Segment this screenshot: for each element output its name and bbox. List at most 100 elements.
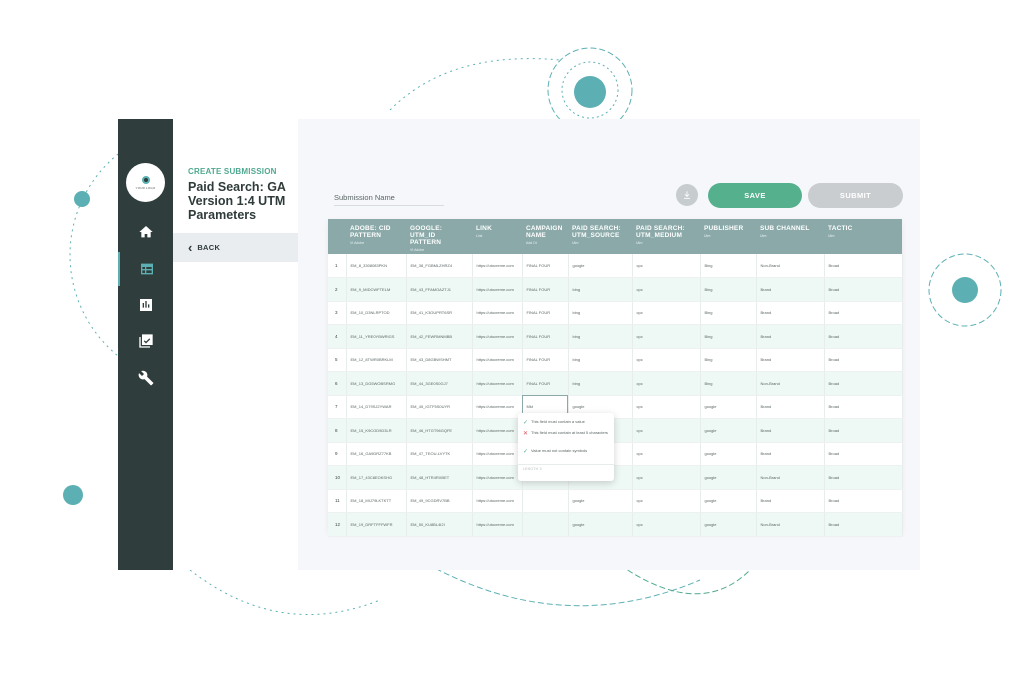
table-cell[interactable]: cpc — [632, 301, 701, 325]
save-button[interactable]: SAVE — [708, 183, 802, 208]
column-header[interactable]: CAMPAIGN NAME Add Dt — [522, 219, 568, 254]
table-cell[interactable]: cpc — [632, 395, 701, 419]
table-row[interactable]: 2 EM_9_MIDCWFTELM EM_43_FFAMOAZTJ1 https://… — [328, 277, 903, 302]
table-cell[interactable]: cpc — [632, 512, 701, 537]
table-cell[interactable]: Non-Brand — [756, 465, 825, 490]
table-cell[interactable]: Non-Brand — [756, 512, 825, 537]
table-cell[interactable]: https://utocreme.com — [472, 348, 523, 372]
table-cell[interactable]: EM_14_D79SJ2YWAR — [346, 395, 407, 419]
table-cell[interactable]: Brand — [756, 348, 825, 372]
table-row[interactable]: 10 EM_17_43C8EOKSHG EM_48_HTR4RXBET https:/… — [328, 465, 903, 490]
table-cell[interactable]: EM_47_TEOU-LVYTK — [406, 442, 473, 466]
table-cell[interactable]: Brand — [756, 395, 825, 419]
table-cell[interactable]: https://utocreme.com — [472, 254, 523, 278]
table-cell[interactable]: EM_38_FGBMLZHRZ4 — [406, 254, 473, 278]
table-cell[interactable] — [522, 489, 569, 513]
table-cell[interactable]: https://utocreme.com — [472, 395, 523, 419]
table-cell[interactable]: google — [700, 418, 757, 443]
submission-name-input[interactable] — [334, 205, 444, 206]
table-cell[interactable]: Broad — [824, 395, 903, 419]
submit-button[interactable]: SUBMIT — [808, 183, 903, 208]
table-cell[interactable]: google — [700, 489, 757, 513]
table-cell[interactable]: EM_48_HTR4RXBET — [406, 465, 473, 490]
table-cell[interactable]: EM_16_GA9DRZ77KB — [346, 442, 407, 466]
table-cell[interactable]: EM_44_3GE0S0GJ7 — [406, 371, 473, 396]
table-cell[interactable]: Bing — [700, 324, 757, 349]
table-cell[interactable]: https://utocreme.com — [472, 301, 523, 325]
column-header[interactable]: GOOGLE: UTM_ID PATTERN Vt Adobe — [406, 219, 472, 254]
table-row[interactable]: 4 EM_11_YRE0YBWRIGS EM_42_FEWRMNMBB https:/… — [328, 324, 903, 349]
column-header[interactable] — [328, 219, 346, 254]
table-cell[interactable]: https://utocreme.com — [472, 418, 523, 443]
column-header[interactable]: ADOBE: CID PATTERN Vt Adobe — [346, 219, 406, 254]
column-header[interactable]: PAID SEARCH: UTM_MEDIUM Utm — [632, 219, 700, 254]
table-cell[interactable]: FINAL FOUR — [522, 277, 569, 302]
column-header[interactable]: LINK Link — [472, 219, 522, 254]
table-cell[interactable]: google — [568, 512, 633, 537]
table-cell[interactable]: EM_19_DRFTFFFWFR — [346, 512, 407, 537]
table-row[interactable]: 12 EM_19_DRFTFFFWFR EM_50_KU8BL4I2I https:/… — [328, 512, 903, 537]
table-cell[interactable]: google — [700, 395, 757, 419]
table-cell[interactable]: Broad — [824, 371, 903, 396]
table-cell[interactable]: cpc — [632, 254, 701, 278]
table-cell[interactable]: Broad — [824, 512, 903, 537]
table-cell[interactable]: google — [700, 512, 757, 537]
table-cell[interactable]: Broad — [824, 348, 903, 372]
table-cell[interactable]: bing — [568, 348, 633, 372]
table-cell[interactable]: cpc — [632, 348, 701, 372]
table-cell[interactable]: Broad — [824, 442, 903, 466]
sidebar-item-table[interactable] — [118, 252, 173, 286]
table-cell[interactable]: Brand — [756, 489, 825, 513]
table-row[interactable]: 9 EM_16_GA9DRZ77KB EM_47_TEOU-LVYTK https:/… — [328, 442, 903, 466]
table-cell[interactable]: bing — [568, 371, 633, 396]
column-header[interactable]: PAID SEARCH: UTM_SOURCE Utm — [568, 219, 632, 254]
table-cell[interactable]: EM_43_FFAMOAZTJ1 — [406, 277, 473, 302]
table-row[interactable]: 11 EM_18_MIJ79LKTKTT EM_49_9CGDRV7BB https:… — [328, 489, 903, 513]
table-cell[interactable]: Brand — [756, 442, 825, 466]
table-row[interactable]: 3 EM_10_D3NLRPTOD EM_41_K3OUPRT6SR https://… — [328, 301, 903, 325]
table-cell[interactable]: FINAL FOUR — [522, 254, 569, 278]
column-header[interactable]: TACTIC Utm — [824, 219, 902, 254]
table-cell[interactable]: Bing — [700, 348, 757, 372]
table-row[interactable]: 1 EM_8_3308083PKN EM_38_FGBMLZHRZ4 https://… — [328, 254, 903, 278]
sidebar-item-submissions[interactable] — [118, 324, 173, 358]
table-cell[interactable]: Broad — [824, 277, 903, 302]
table-cell[interactable]: cpc — [632, 418, 701, 443]
table-cell[interactable]: https://utocreme.com — [472, 277, 523, 302]
table-cell[interactable]: EM_12_8TWR0BRKLM — [346, 348, 407, 372]
table-cell[interactable]: EM_42_FEWRMNMBB — [406, 324, 473, 349]
table-cell[interactable]: Bing — [700, 277, 757, 302]
table-cell[interactable]: Broad — [824, 301, 903, 325]
table-cell[interactable]: cpc — [632, 442, 701, 466]
table-cell[interactable]: EM_46_HTGT96GQFE — [406, 418, 473, 443]
sidebar-item-home[interactable] — [118, 215, 173, 249]
column-header[interactable]: PUBLISHER Utm — [700, 219, 756, 254]
table-cell[interactable]: Bing — [700, 301, 757, 325]
table-cell[interactable]: FINAL FOUR — [522, 371, 569, 396]
table-cell[interactable]: Bing — [700, 371, 757, 396]
table-cell[interactable]: EM_15_K9COD9D3LR — [346, 418, 407, 443]
back-button[interactable]: ‹ BACK — [173, 233, 298, 262]
download-button[interactable] — [676, 184, 698, 206]
table-cell[interactable]: Brand — [756, 324, 825, 349]
sidebar-item-reports[interactable] — [118, 288, 173, 322]
table-row[interactable]: 5 EM_12_8TWR0BRKLM EM_43_D8GBWSHMT https://… — [328, 348, 903, 372]
table-cell[interactable]: google — [568, 489, 633, 513]
table-cell[interactable]: google — [700, 442, 757, 466]
table-row[interactable]: 7 EM_14_D79SJ2YWAR EM_45_IGTF5S0UYR https:/… — [328, 395, 903, 419]
table-cell[interactable]: Non-Brand — [756, 371, 825, 396]
table-cell[interactable]: cpc — [632, 489, 701, 513]
table-cell[interactable]: https://utocreme.com — [472, 442, 523, 466]
company-logo[interactable]: YOUR LOGO — [126, 163, 165, 202]
table-row[interactable]: 8 EM_15_K9COD9D3LR EM_46_HTGT96GQFE https:/… — [328, 418, 903, 443]
table-cell[interactable]: EM_8_3308083PKN — [346, 254, 407, 278]
table-cell[interactable]: EM_18_MIJ79LKTKTT — [346, 489, 407, 513]
table-cell[interactable]: EM_45_IGTF5S0UYR — [406, 395, 473, 419]
table-cell[interactable]: https://utocreme.com — [472, 371, 523, 396]
table-cell[interactable]: https://utocreme.com — [472, 324, 523, 349]
table-cell[interactable]: bing — [568, 324, 633, 349]
table-cell[interactable]: cpc — [632, 277, 701, 302]
table-cell[interactable]: Non-Brand — [756, 254, 825, 278]
table-cell[interactable]: google — [568, 254, 633, 278]
table-row[interactable]: 6 EM_13_DG5WOBSRMG EM_44_3GE0S0GJ7 https://… — [328, 371, 903, 396]
